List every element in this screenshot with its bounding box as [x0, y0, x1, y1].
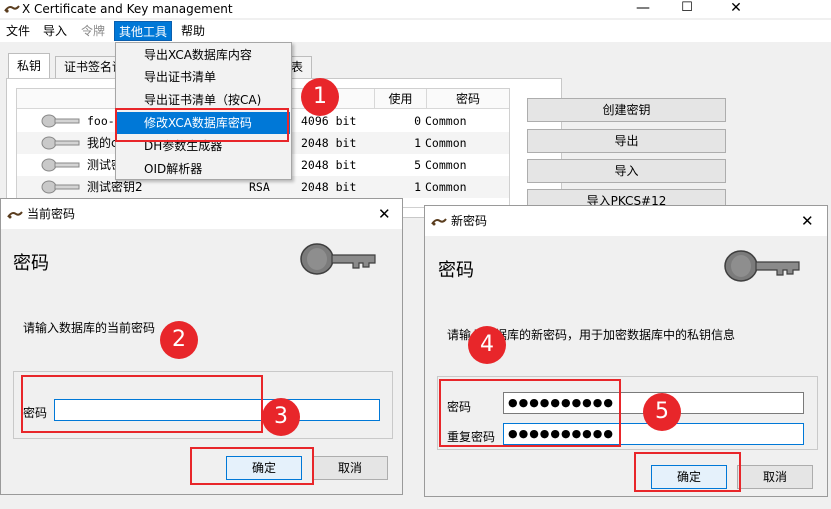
dialog-heading: 密码 — [438, 260, 474, 281]
dialog-close-button[interactable]: ✕ — [378, 199, 391, 229]
menu-token[interactable]: 令牌 — [77, 21, 109, 41]
app-title: X Certificate and Key management — [22, 2, 233, 16]
step-badge-1: 1 — [301, 78, 339, 116]
cell-password: Common — [425, 158, 467, 172]
export-button[interactable]: 导出 — [527, 129, 726, 153]
cell-size: 2048 bit — [301, 180, 357, 194]
dialog-titlebar: 新密码 ✕ — [425, 206, 827, 236]
column-header-use[interactable]: 使用 — [375, 89, 427, 109]
dialog-close-button[interactable]: ✕ — [801, 206, 814, 236]
step-badge-2: 2 — [160, 321, 198, 359]
key-icon — [724, 250, 800, 282]
xca-logo-icon — [7, 211, 23, 219]
menubar: 文件 导入 令牌 其他工具 帮助 — [0, 20, 831, 42]
dialog-title: 新密码 — [451, 214, 488, 228]
key-icon — [41, 180, 80, 194]
maximize-button[interactable]: ☐ — [672, 0, 702, 18]
menu-item-export-db[interactable]: 导出XCA数据库内容 — [117, 44, 290, 66]
menu-file[interactable]: 文件 — [2, 21, 34, 41]
menu-import[interactable]: 导入 — [39, 21, 71, 41]
cell-password: Common — [425, 180, 467, 194]
annotation-box-ok-1 — [190, 447, 314, 485]
cell-use: 0 — [414, 114, 421, 128]
titlebar: X Certificate and Key management — ☐ ✕ — [0, 0, 831, 18]
step-badge-3: 3 — [262, 398, 300, 436]
step-badge-4: 4 — [468, 326, 506, 364]
cell-size: 2048 bit — [301, 136, 357, 150]
cancel-button[interactable]: 取消 — [737, 465, 813, 489]
key-icon — [300, 243, 376, 275]
key-icon — [41, 114, 80, 128]
dialog-title: 当前密码 — [27, 207, 76, 221]
annotation-box-4 — [439, 379, 621, 447]
cell-use: 5 — [414, 158, 421, 172]
tab-private-keys[interactable]: 私钥 — [8, 53, 51, 78]
create-key-button[interactable]: 创建密钥 — [527, 98, 726, 122]
cell-password: Common — [425, 136, 467, 150]
cancel-button[interactable]: 取消 — [312, 456, 388, 480]
menu-item-export-cert-list[interactable]: 导出证书清单 — [117, 66, 290, 88]
import-button[interactable]: 导入 — [527, 159, 726, 183]
cell-size: 2048 bit — [301, 158, 357, 172]
column-header-password[interactable]: 密码 — [427, 89, 509, 109]
close-button[interactable]: ✕ — [716, 0, 756, 18]
xca-logo-icon — [4, 5, 20, 13]
dialog-prompt: 请输入数据库的当前密码 — [23, 321, 156, 335]
annotation-box-ok-2 — [634, 452, 741, 492]
menu-item-oid-resolver[interactable]: OID解析器 — [117, 158, 290, 180]
dialog-titlebar: 当前密码 ✕ — [1, 199, 402, 229]
cell-use: 1 — [414, 180, 421, 194]
menu-other-tools[interactable]: 其他工具 — [114, 21, 173, 41]
xca-logo-icon — [431, 218, 447, 226]
menu-help[interactable]: 帮助 — [177, 21, 209, 41]
annotation-box-1 — [115, 108, 289, 142]
cell-password: Common — [425, 114, 467, 128]
dialog-heading: 密码 — [13, 253, 49, 274]
cell-use: 1 — [414, 136, 421, 150]
key-icon — [41, 136, 80, 150]
step-badge-5: 5 — [643, 393, 681, 431]
key-icon — [41, 158, 80, 172]
minimize-button[interactable]: — — [628, 0, 658, 18]
annotation-box-3 — [21, 375, 263, 433]
